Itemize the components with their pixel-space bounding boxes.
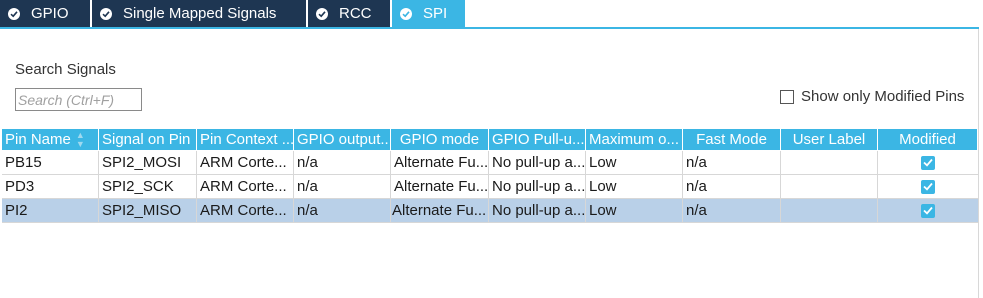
signal-cell[interactable]: SPI2_MISO — [99, 199, 197, 222]
modified-cell[interactable] — [878, 175, 978, 198]
column-header-gpio-output[interactable]: GPIO output... — [294, 129, 391, 150]
tab-label: RCC — [339, 5, 372, 22]
tab-list: GPIO Single Mapped Signals RCC SPI — [0, 0, 467, 27]
max-output-speed-cell[interactable]: Low — [586, 199, 683, 222]
column-header-pin-context[interactable]: Pin Context ... — [197, 129, 294, 150]
check-circle-icon — [400, 7, 412, 20]
show-only-modified-pins-toggle[interactable]: Show only Modified Pins — [780, 88, 964, 105]
search-input[interactable] — [15, 88, 142, 111]
column-header-gpio-pull[interactable]: GPIO Pull-u... — [489, 129, 586, 150]
gpio-mode-cell[interactable]: Alternate Fu... — [391, 151, 489, 174]
check-circle-icon — [100, 7, 112, 20]
max-output-speed-cell[interactable]: Low — [586, 175, 683, 198]
table-row[interactable]: PD3 SPI2_SCK ARM Corte... n/a Alternate … — [2, 175, 978, 199]
fast-mode-cell[interactable]: n/a — [683, 175, 781, 198]
table-row-selected[interactable]: PI2 SPI2_MISO ARM Corte... n/a Alternate… — [2, 199, 978, 223]
tab-label: GPIO — [31, 5, 69, 22]
table-row[interactable]: PB15 SPI2_MOSI ARM Corte... n/a Alternat… — [2, 151, 978, 175]
tab-single-mapped-signals[interactable]: Single Mapped Signals — [92, 0, 308, 27]
tab-underline — [0, 27, 979, 29]
column-header-user-label[interactable]: User Label — [781, 129, 878, 150]
tab-bar: GPIO Single Mapped Signals RCC SPI — [0, 0, 983, 29]
tab-gpio[interactable]: GPIO — [0, 0, 92, 27]
max-output-speed-cell[interactable]: Low — [586, 151, 683, 174]
user-label-cell[interactable] — [781, 151, 878, 174]
gpio-mode-cell[interactable]: Alternate Fu... — [391, 199, 489, 222]
column-header-maximum-output-speed[interactable]: Maximum o... — [586, 129, 683, 150]
column-header-fast-mode[interactable]: Fast Mode — [683, 129, 781, 150]
tab-label: SPI — [423, 5, 448, 22]
pin-name-cell[interactable]: PD3 — [2, 175, 99, 198]
column-header-pin-name[interactable]: Pin Name ▲ ▼ — [2, 129, 99, 150]
signal-cell[interactable]: SPI2_SCK — [99, 175, 197, 198]
gpio-pull-cell[interactable]: No pull-up a... — [489, 199, 586, 222]
panel-border — [978, 29, 979, 298]
tab-label: Single Mapped Signals — [123, 5, 277, 22]
show-only-modified-pins-label: Show only Modified Pins — [801, 88, 965, 105]
check-circle-icon — [8, 7, 20, 20]
search-signals-label: Search Signals — [15, 61, 116, 78]
fast-mode-cell[interactable]: n/a — [683, 199, 781, 222]
gpio-pull-cell[interactable]: No pull-up a... — [489, 151, 586, 174]
checkbox-checked-icon[interactable] — [921, 203, 935, 218]
pin-context-cell[interactable]: ARM Corte... — [197, 151, 294, 174]
gpio-output-cell[interactable]: n/a — [294, 199, 391, 222]
table-header-row: Pin Name ▲ ▼ Signal on Pin Pin Context ..… — [2, 129, 978, 151]
checkbox-checked-icon[interactable] — [921, 155, 935, 170]
modified-cell[interactable] — [878, 151, 978, 174]
pin-context-cell[interactable]: ARM Corte... — [197, 175, 294, 198]
user-label-cell[interactable] — [781, 175, 878, 198]
pin-name-cell[interactable]: PI2 — [2, 199, 99, 222]
unchecked-checkbox-icon[interactable] — [780, 89, 794, 104]
gpio-mode-cell[interactable]: Alternate Fu... — [391, 175, 489, 198]
column-header-gpio-mode[interactable]: GPIO mode — [391, 129, 489, 150]
user-label-cell[interactable] — [781, 199, 878, 222]
gpio-output-cell[interactable]: n/a — [294, 151, 391, 174]
column-header-modified[interactable]: Modified — [878, 129, 978, 150]
sort-arrows-icon[interactable]: ▲ ▼ — [76, 130, 85, 149]
gpio-output-cell[interactable]: n/a — [294, 175, 391, 198]
pin-configuration-table: Pin Name ▲ ▼ Signal on Pin Pin Context ..… — [2, 129, 978, 223]
checkbox-checked-icon[interactable] — [921, 179, 935, 194]
tab-rcc[interactable]: RCC — [308, 0, 392, 27]
check-circle-icon — [316, 7, 328, 20]
gpio-pull-cell[interactable]: No pull-up a... — [489, 175, 586, 198]
tab-spi[interactable]: SPI — [392, 0, 467, 27]
modified-cell[interactable] — [878, 199, 978, 222]
column-header-signal-on-pin[interactable]: Signal on Pin — [99, 129, 197, 150]
pin-name-cell[interactable]: PB15 — [2, 151, 99, 174]
pin-context-cell[interactable]: ARM Corte... — [197, 199, 294, 222]
fast-mode-cell[interactable]: n/a — [683, 151, 781, 174]
signal-cell[interactable]: SPI2_MOSI — [99, 151, 197, 174]
